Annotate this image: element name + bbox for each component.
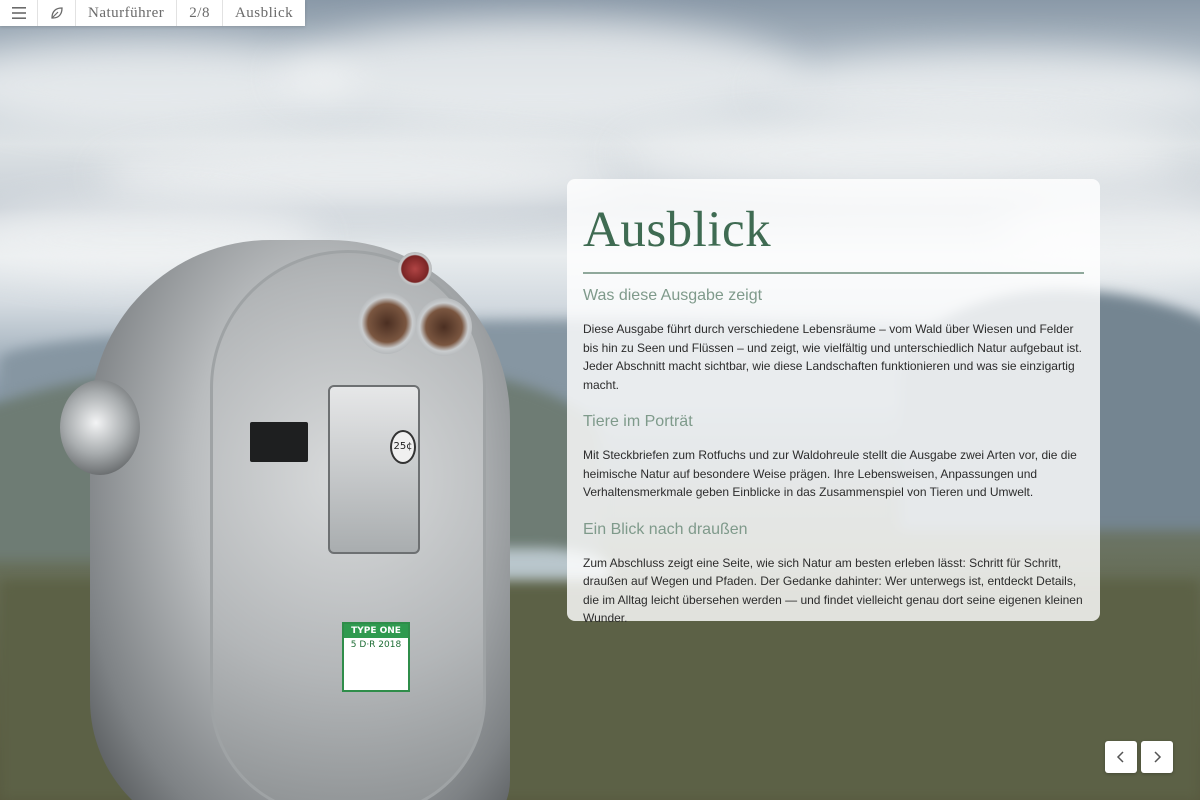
section-was-diese-ausgabe-zeigt: Was diese Ausgabe zeigt Diese Ausgabe fü… [583,285,1084,394]
section-text: Zum Abschluss zeigt eine Seite, wie sich… [583,555,1083,626]
section-heading: Ein Blick nach draußen [583,520,748,538]
section-text: Diese Ausgabe führt durch verschiedene L… [583,322,1082,392]
page-counter: 2/8 [177,0,223,26]
content-card: Ausblick Was diese Ausgabe zeigt Diese A… [567,179,1100,625]
section-tiere-im-portraet: Tiere im Porträt Mit Steckbriefen zum Ro… [583,411,1084,502]
binocular-viewer-image: 25¢ TYPE ONE 5 D·R 2018 [60,230,520,800]
section-heading: Was diese Ausgabe zeigt [583,287,763,304]
chevron-right-icon [1154,751,1162,763]
section-ein-blick-nach-draussen: Ein Blick nach draußen Zum Abschluss zei… [583,519,1084,628]
chevron-left-icon [1116,751,1124,763]
page-title: Ausblick [583,202,772,258]
home-button[interactable] [38,0,76,26]
leaf-icon [50,7,63,19]
section-heading: Tiere im Porträt [583,413,693,430]
hamburger-menu-icon [11,7,26,19]
title-divider [583,272,1084,274]
section-text: Mit Steckbriefen zum Rotfuchs und zur Wa… [583,448,1077,499]
type-one-sticker: TYPE ONE 5 D·R 2018 [342,622,410,692]
top-navigation-bar: Naturführer 2/8 Ausblick [0,0,306,26]
publication-title[interactable]: Naturführer [76,0,178,26]
coin-label: 25¢ [390,430,416,464]
menu-button[interactable] [0,0,38,26]
current-section-label: Ausblick [234,4,294,21]
next-page-button[interactable] [1141,741,1173,773]
previous-page-button[interactable] [1105,741,1137,773]
